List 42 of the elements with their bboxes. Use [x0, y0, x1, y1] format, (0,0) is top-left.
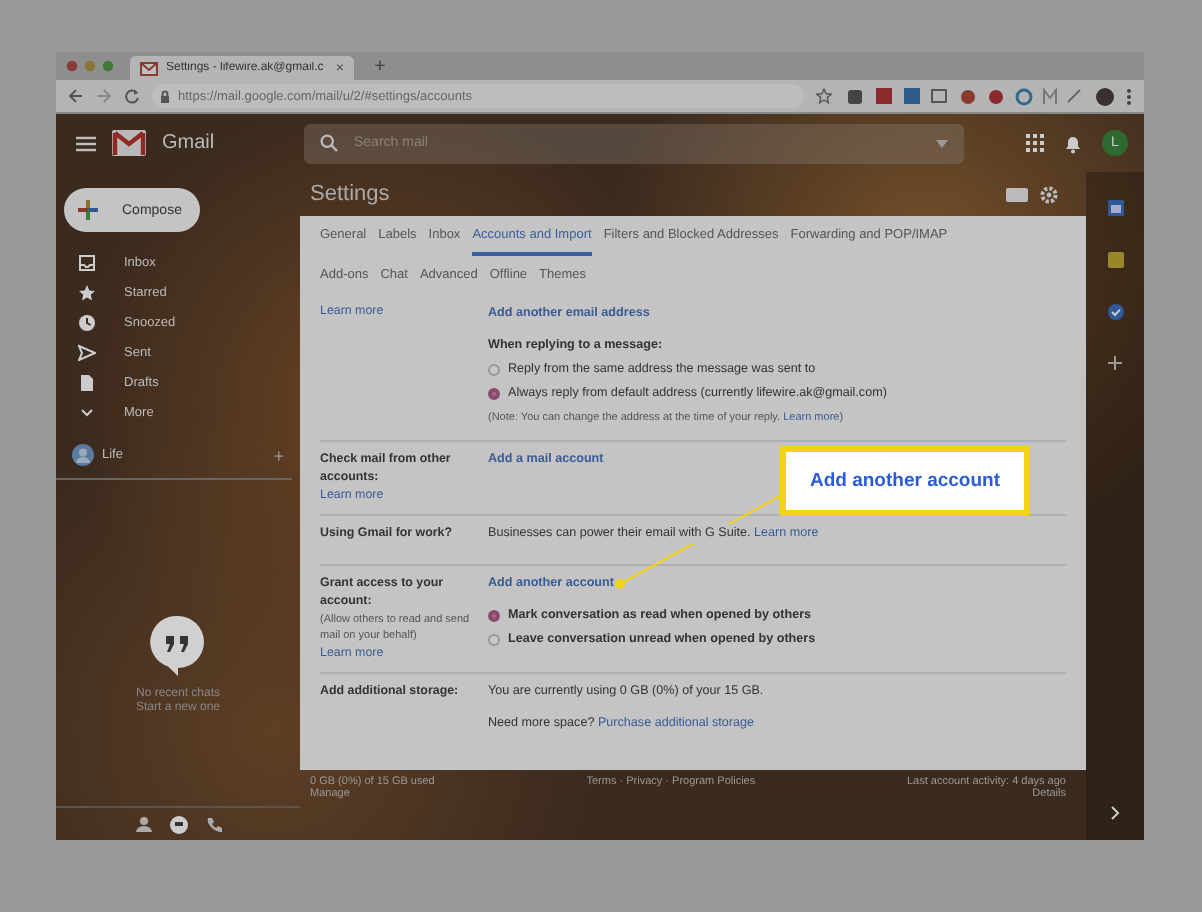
radio-button[interactable]	[488, 364, 500, 376]
person-icon[interactable]	[135, 816, 151, 832]
calendar-icon[interactable]	[1107, 200, 1123, 216]
send-icon	[78, 344, 96, 362]
menu-icon[interactable]	[76, 135, 96, 151]
inbox-icon	[78, 254, 96, 272]
mail-icon	[140, 61, 158, 75]
window-controls-icon	[66, 60, 118, 72]
star-icon[interactable]	[816, 88, 832, 104]
settings-icon[interactable]	[1040, 185, 1058, 203]
chevron-right-icon[interactable]	[1110, 806, 1120, 820]
search-icon	[320, 134, 338, 152]
extension-icons-drawing[interactable]	[844, 87, 1084, 105]
plus-icon[interactable]	[1108, 356, 1122, 370]
menu-icon[interactable]	[1126, 87, 1132, 105]
apps-grid-icon[interactable]	[1026, 134, 1044, 152]
gmail-wordmark: Gmail	[162, 132, 215, 154]
dropdown-caret-icon	[936, 139, 948, 147]
note-icon[interactable]	[1107, 252, 1123, 268]
bell-icon[interactable]	[1064, 133, 1082, 153]
callout-label: Add another account	[780, 446, 1030, 516]
profile-avatar-icon[interactable]	[1096, 87, 1114, 105]
chevron-down-icon	[78, 404, 96, 422]
reload-icon[interactable]	[124, 88, 140, 104]
new-tab-button[interactable]: +	[366, 56, 394, 80]
page-title: Settings	[310, 182, 390, 206]
check-circle-icon[interactable]	[1107, 304, 1123, 320]
radio-button[interactable]	[488, 610, 500, 622]
chat-bubble-icon	[150, 613, 206, 677]
clock-icon	[78, 314, 96, 332]
lock-icon	[160, 89, 170, 103]
radio-button[interactable]	[488, 634, 500, 646]
add-button[interactable]: +	[273, 445, 284, 465]
chat-bubble-icon[interactable]	[169, 815, 187, 833]
document-icon	[78, 374, 96, 392]
back-icon[interactable]	[68, 88, 84, 104]
radio-button[interactable]	[488, 388, 500, 400]
star-icon	[78, 284, 96, 302]
user-avatar-icon	[72, 444, 94, 466]
gmail-logo-icon	[112, 130, 146, 156]
phone-icon[interactable]	[205, 816, 221, 832]
plus-icon	[78, 200, 98, 220]
